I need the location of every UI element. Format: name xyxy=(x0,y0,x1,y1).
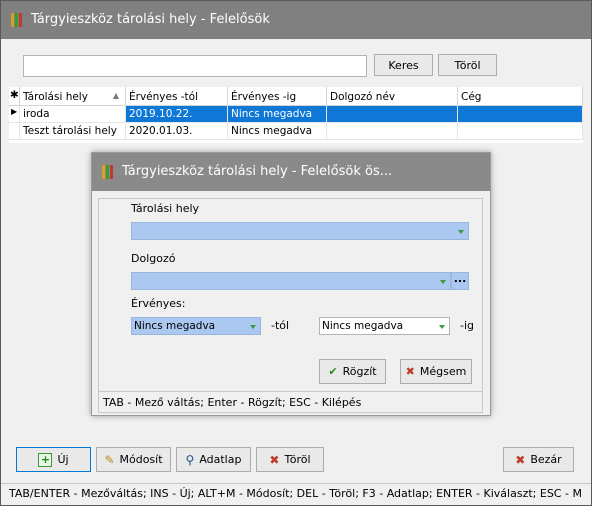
cell-company[interactable] xyxy=(458,123,583,140)
search-button-label: Keres xyxy=(388,58,419,72)
results-table: ✱ Tárolási hely ▲ Érvényes -tól Érvényes… xyxy=(9,87,583,143)
cancel-button[interactable]: ✖ Mégsem xyxy=(400,359,472,384)
edit-icon: ✎ xyxy=(104,452,115,467)
cell-valid-to[interactable]: Nincs megadva xyxy=(228,106,327,123)
checkmark-icon: ✔ xyxy=(328,365,338,378)
cell-employee[interactable] xyxy=(327,123,458,140)
dialog-form: Tárolási hely Dolgozó ... Érvényes: Ninc… xyxy=(98,198,483,413)
clear-button[interactable]: Töröl xyxy=(438,54,497,76)
close-button[interactable]: ✖ Bezár xyxy=(503,447,574,472)
valid-from-value: Nincs megadva xyxy=(134,320,216,332)
dialog-title: Tárgyieszköz tárolási hely - Felelősök ö… xyxy=(122,164,393,179)
delete-button[interactable]: ✖ Töröl xyxy=(256,447,324,472)
search-input[interactable] xyxy=(23,55,367,77)
dropdown-arrow-icon xyxy=(458,230,464,234)
cell-company[interactable] xyxy=(458,106,583,123)
cancel-button-label: Mégsem xyxy=(419,365,467,378)
cell-employee[interactable] xyxy=(327,106,458,123)
storage-combobox[interactable] xyxy=(131,222,469,240)
delete-icon: ✖ xyxy=(269,452,280,467)
ellipsis-icon: ... xyxy=(453,272,467,285)
save-button-label: Rögzít xyxy=(342,365,377,378)
edit-button-label: Módosít xyxy=(119,453,163,466)
delete-button-label: Töröl xyxy=(284,453,311,466)
dialog-status-bar: TAB - Mező váltás; Enter - Rögzít; ESC -… xyxy=(99,391,482,412)
valid-to-combobox[interactable]: Nincs megadva xyxy=(319,317,450,335)
valid-from-suffix: -tól xyxy=(271,319,290,332)
dropdown-arrow-icon xyxy=(439,325,445,329)
dialog-title-bar[interactable]: Tárgyieszköz tárolási hely - Felelősök ö… xyxy=(92,153,490,191)
dropdown-arrow-icon xyxy=(440,280,446,284)
details-button-label: Adatlap xyxy=(199,453,242,466)
cell-storage[interactable]: Teszt tárolási hely xyxy=(20,123,126,140)
books-icon xyxy=(102,165,116,179)
close-button-label: Bezár xyxy=(530,453,562,466)
search-button[interactable]: Keres xyxy=(374,54,433,76)
valid-label: Érvényes: xyxy=(131,297,186,310)
employee-lookup-button[interactable]: ... xyxy=(451,272,469,290)
cell-valid-to[interactable]: Nincs megadva xyxy=(228,123,327,140)
cell-valid-from[interactable]: 2019.10.22. xyxy=(126,106,228,123)
column-header-company[interactable]: Cég xyxy=(458,87,583,106)
row-indicator-header: ✱ xyxy=(9,87,20,106)
column-header-storage[interactable]: Tárolási hely ▲ xyxy=(20,87,126,106)
column-header-employee[interactable]: Dolgozó név xyxy=(327,87,458,106)
close-icon: ✖ xyxy=(515,452,526,467)
sort-ascending-icon: ▲ xyxy=(112,91,119,100)
details-button[interactable]: ⚲ Adatlap xyxy=(176,447,251,472)
add-icon: + xyxy=(38,452,53,467)
save-button[interactable]: ✔ Rögzít xyxy=(319,359,386,384)
clear-button-label: Töröl xyxy=(454,58,481,72)
cell-valid-from[interactable]: 2020.01.03. xyxy=(126,123,228,140)
column-header-valid-from[interactable]: Érvényes -tól xyxy=(126,87,228,106)
column-header-valid-to[interactable]: Érvényes -ig xyxy=(228,87,327,106)
new-button[interactable]: + Új xyxy=(16,447,91,472)
employee-label: Dolgozó xyxy=(131,252,176,265)
status-bar: TAB/ENTER - Mezőváltás; INS - Új; ALT+M … xyxy=(1,483,591,503)
books-icon xyxy=(11,13,25,27)
row-indicator: ▶ xyxy=(9,106,20,123)
magnifier-icon: ⚲ xyxy=(185,452,195,467)
storage-label: Tárolási hely xyxy=(131,202,200,215)
dropdown-arrow-icon xyxy=(250,325,256,329)
valid-to-value: Nincs megadva xyxy=(322,320,404,332)
window-title: Tárgyieszköz tárolási hely - Felelősök xyxy=(31,12,270,27)
valid-from-combobox[interactable]: Nincs megadva xyxy=(131,317,261,335)
responsible-edit-dialog: Tárgyieszköz tárolási hely - Felelősök ö… xyxy=(91,152,491,416)
title-bar[interactable]: Tárgyieszköz tárolási hely - Felelősök xyxy=(1,1,591,39)
row-indicator xyxy=(9,123,20,140)
employee-combobox[interactable] xyxy=(131,272,451,290)
valid-to-suffix: -ig xyxy=(460,319,475,332)
edit-button[interactable]: ✎ Módosít xyxy=(96,447,171,472)
cell-storage[interactable]: iroda xyxy=(20,106,126,123)
new-button-label: Új xyxy=(57,453,69,466)
cancel-icon: ✖ xyxy=(405,365,415,378)
